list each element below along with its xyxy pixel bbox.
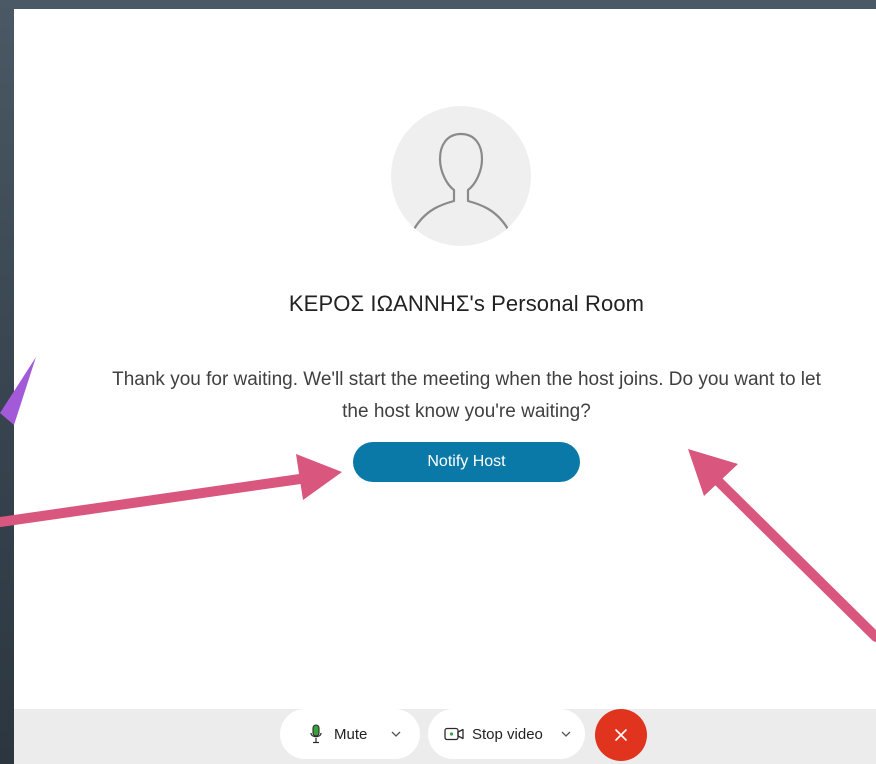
meeting-lobby-window: ΚΕΡΟΣ ΙΩΑΝΝΗΣ's Personal Room Thank you … [14,9,876,764]
stop-video-label: Stop video [472,725,543,743]
chevron-down-icon[interactable] [561,731,571,737]
host-avatar [391,106,531,246]
mute-button[interactable]: Mute [280,709,420,759]
waiting-message: Thank you for waiting. We'll start the m… [112,369,821,422]
end-meeting-button[interactable] [595,709,647,761]
room-title: ΚΕΡΟΣ ΙΩΑΝΝΗΣ's Personal Room [288,291,645,316]
close-icon [614,728,628,742]
mute-label: Mute [334,725,368,743]
user-silhouette-icon [411,132,511,233]
meeting-control-bar: Mute Stop video [14,709,876,764]
microphone-icon [310,724,322,744]
notify-host-button[interactable]: Notify Host [353,442,580,482]
stop-video-button[interactable]: Stop video [428,709,585,759]
video-camera-icon [444,727,464,741]
chevron-down-icon[interactable] [391,731,401,737]
